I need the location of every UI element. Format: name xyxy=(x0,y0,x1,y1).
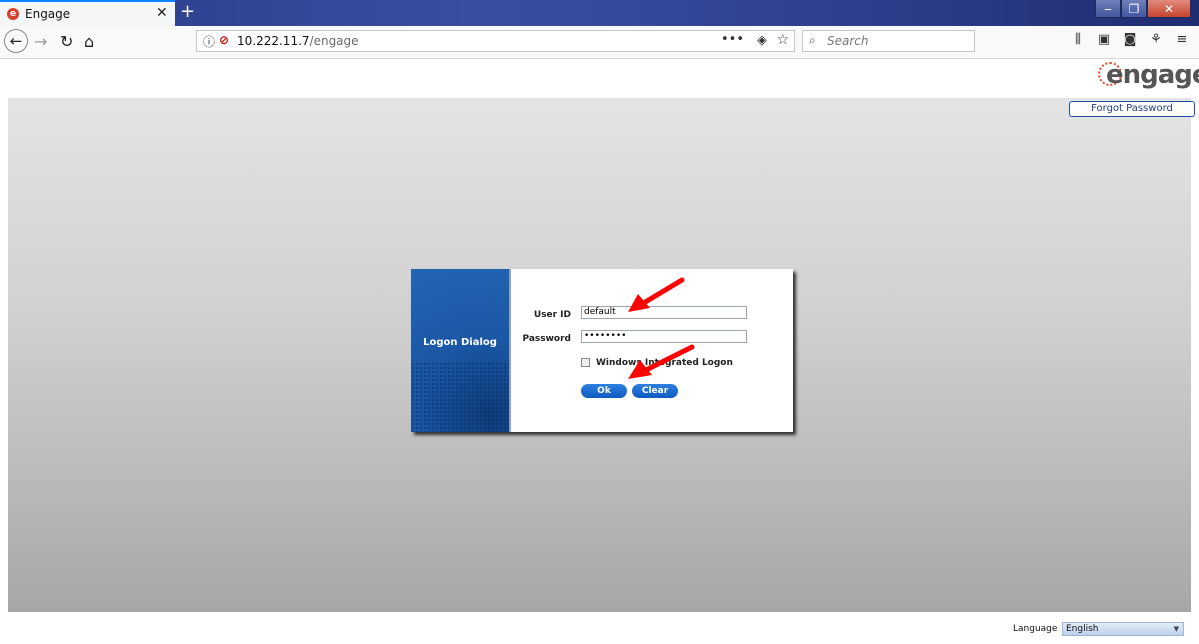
pocket-icon[interactable]: ◈ xyxy=(757,33,767,48)
navigation-bar: ← → ↻ ⌂ ⓘ ⊘ 10.222.11.7/engage ••• ◈ ☆ ⌕… xyxy=(0,26,1199,59)
maximize-button[interactable]: ❐ xyxy=(1121,0,1147,18)
password-input[interactable]: •••••••• xyxy=(581,330,747,343)
search-placeholder: Search xyxy=(827,34,869,48)
home-button[interactable]: ⌂ xyxy=(84,32,94,51)
tab-title: Engage xyxy=(25,7,71,21)
url-bar[interactable]: ⓘ ⊘ 10.222.11.7/engage ••• ◈ ☆ xyxy=(196,30,795,52)
language-select[interactable]: English ▼ xyxy=(1062,622,1184,636)
dialog-divider xyxy=(509,269,511,432)
forward-button[interactable]: → xyxy=(34,32,47,51)
menu-icon[interactable]: ≡ xyxy=(1174,32,1190,47)
forgot-password-button[interactable]: Forgot Password xyxy=(1069,101,1195,117)
password-label: Password xyxy=(522,334,571,344)
dialog-title: Logon Dialog xyxy=(423,337,497,348)
annotation-arrow-icon xyxy=(628,344,695,379)
sidebar-icon[interactable]: ▣ xyxy=(1096,32,1112,47)
engage-logo: engage xyxy=(1098,60,1199,94)
page-actions-icon[interactable]: ••• xyxy=(721,32,744,47)
site-info-icon[interactable]: ⓘ xyxy=(203,33,215,50)
annotation-arrow-icon xyxy=(628,277,685,312)
close-window-button[interactable]: ✕ xyxy=(1147,0,1191,18)
tab-close-icon[interactable]: ✕ xyxy=(156,5,168,21)
language-label: Language xyxy=(1013,624,1058,634)
logo-text: engage xyxy=(1106,60,1199,90)
browser-tab[interactable]: e Engage ✕ xyxy=(0,0,175,26)
chevron-down-icon: ▼ xyxy=(1173,625,1179,633)
user-id-label: User ID xyxy=(533,310,571,320)
window-controls: ‒ ❐ ✕ xyxy=(1095,0,1191,18)
language-value: English xyxy=(1066,624,1099,634)
pocket-toolbar-icon[interactable]: ◙ xyxy=(1122,32,1138,47)
insecure-lock-icon[interactable]: ⊘ xyxy=(219,33,229,47)
tab-strip: e Engage ✕ + ‒ ❐ ✕ xyxy=(0,0,1199,26)
extension-icon[interactable]: ⚘ xyxy=(1148,32,1164,47)
new-tab-button[interactable]: + xyxy=(180,1,195,23)
toolbar-icons: ⫼ ▣ ◙ ⚘ ≡ xyxy=(1070,32,1190,47)
engage-favicon-icon: e xyxy=(7,8,19,20)
bookmark-star-icon[interactable]: ☆ xyxy=(776,32,789,48)
url-text[interactable]: 10.222.11.7/engage xyxy=(237,34,359,48)
minimize-button[interactable]: ‒ xyxy=(1095,0,1121,18)
library-icon[interactable]: ⫼ xyxy=(1070,32,1086,47)
reload-button[interactable]: ↻ xyxy=(60,32,73,51)
search-box[interactable]: ⌕ Search xyxy=(802,30,975,52)
back-button[interactable]: ← xyxy=(4,29,28,53)
ok-button[interactable]: Ok xyxy=(581,384,627,398)
search-icon: ⌕ xyxy=(809,33,816,47)
windows-logon-checkbox[interactable] xyxy=(581,358,590,367)
dialog-sidebar: Logon Dialog xyxy=(411,269,509,432)
logon-dialog: Logon Dialog User ID default Password ••… xyxy=(411,269,793,432)
clear-button[interactable]: Clear xyxy=(632,384,678,398)
